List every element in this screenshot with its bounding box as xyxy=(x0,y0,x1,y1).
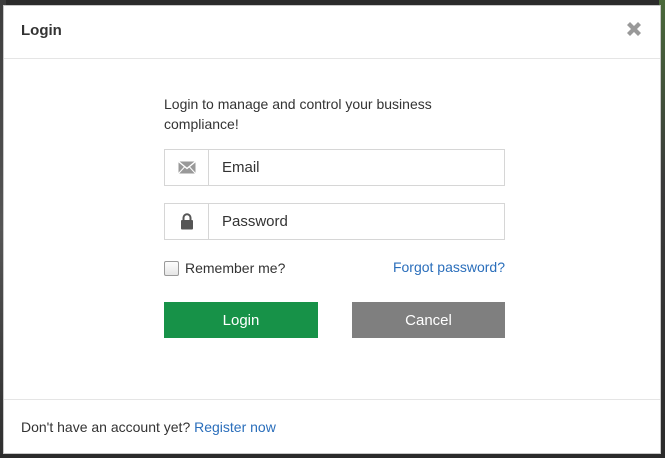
close-icon xyxy=(627,22,641,36)
password-input-group xyxy=(164,203,505,240)
cancel-button[interactable]: Cancel xyxy=(352,302,505,338)
modal-footer: Don't have an account yet? Register now xyxy=(4,399,660,453)
intro-text: Login to manage and control your busines… xyxy=(164,96,432,132)
lock-icon xyxy=(180,213,193,230)
modal-title: Login xyxy=(21,22,62,39)
footer-text: Don't have an account yet? Register now xyxy=(21,419,276,435)
password-addon xyxy=(165,204,209,239)
login-modal: Login Login to manage and control your b… xyxy=(3,5,661,454)
register-prompt: Don't have an account yet? xyxy=(21,419,195,435)
close-button[interactable] xyxy=(622,17,646,41)
modal-header: Login xyxy=(4,6,660,59)
email-input-group xyxy=(164,149,505,186)
background-page-bottom xyxy=(0,454,665,458)
remember-me[interactable]: Remember me? xyxy=(164,260,285,276)
forgot-password-link[interactable]: Forgot password? xyxy=(393,259,505,275)
remember-me-checkbox[interactable] xyxy=(164,260,179,276)
login-button[interactable]: Login xyxy=(164,302,318,338)
remember-me-label: Remember me? xyxy=(185,260,286,276)
email-addon xyxy=(165,150,209,185)
envelope-icon xyxy=(177,161,196,174)
email-field[interactable] xyxy=(209,150,504,185)
login-form: Login to manage and control your busines… xyxy=(164,94,505,338)
password-field[interactable] xyxy=(209,204,504,239)
register-link[interactable]: Register now xyxy=(194,419,276,435)
